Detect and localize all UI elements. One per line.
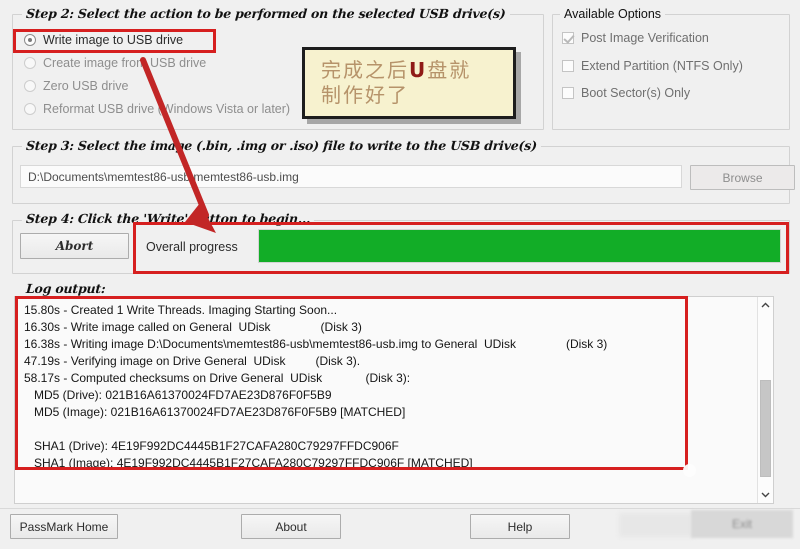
- checkbox-indicator-post-image-verification[interactable]: [562, 32, 574, 44]
- radio-label-create-image: Create image from USB drive: [43, 56, 207, 70]
- checkbox-extend-partition[interactable]: Extend Partition (NTFS Only): [562, 59, 743, 73]
- image-path-input[interactable]: D:\Documents\memtest86-usb\memtest86-usb…: [20, 165, 682, 188]
- log-line: 16.38s - Writing image D:\Documents\memt…: [24, 337, 608, 351]
- note-line-1-post: 盘就: [427, 58, 472, 82]
- chevron-up-glyph: [761, 302, 770, 308]
- log-scrollbar[interactable]: [757, 297, 773, 503]
- annotation-sticky-note: 完成之后U盘就 制作好了: [302, 47, 516, 119]
- note-line-2: 制作好了: [321, 83, 409, 107]
- log-line: SHA1 (Image): 4E19F992DC4445B1F27CAFA280…: [24, 456, 473, 470]
- scroll-down-icon[interactable]: [758, 486, 773, 503]
- checkbox-label-boot-sectors-only: Boot Sector(s) Only: [581, 86, 691, 100]
- footer-divider: [0, 508, 800, 509]
- radio-indicator-zero-usb[interactable]: [24, 80, 36, 92]
- checkbox-label-post-image-verification: Post Image Verification: [581, 31, 709, 45]
- checkbox-label-extend-partition: Extend Partition (NTFS Only): [581, 59, 743, 73]
- log-output-title: Log output:: [21, 281, 110, 296]
- radio-label-reformat-usb: Reformat USB drive (Windows Vista or lat…: [43, 102, 291, 116]
- log-output-box[interactable]: 15.80s - Created 1 Write Threads. Imagin…: [14, 296, 774, 504]
- log-line: 15.80s - Created 1 Write Threads. Imagin…: [24, 303, 338, 317]
- overall-progress-fill: [259, 230, 780, 262]
- passmark-home-button[interactable]: PassMark Home: [10, 514, 118, 539]
- note-line-1-pre: 完成之后: [321, 58, 409, 82]
- checkbox-indicator-boot-sectors-only[interactable]: [562, 87, 574, 99]
- radio-indicator-write-image[interactable]: [24, 34, 36, 46]
- radio-indicator-create-image[interactable]: [24, 57, 36, 69]
- step3-title: Step 3: Select the image (.bin, .img or …: [21, 138, 542, 153]
- overall-progress-bar: [258, 229, 781, 263]
- log-line: SHA1 (Drive): 4E19F992DC4445B1F27CAFA280…: [24, 439, 399, 453]
- browse-button[interactable]: Browse: [690, 165, 795, 190]
- note-line-1: 完成之后U盘就: [321, 58, 513, 83]
- radio-reformat-usb[interactable]: Reformat USB drive (Windows Vista or lat…: [24, 102, 290, 116]
- log-line: 58.17s - Computed checksums on Drive Gen…: [24, 371, 411, 385]
- radio-indicator-reformat-usb[interactable]: [24, 103, 36, 115]
- log-output-text: 15.80s - Created 1 Write Threads. Imagin…: [24, 302, 769, 472]
- radio-write-image[interactable]: Write image to USB drive: [24, 33, 183, 47]
- radio-label-zero-usb: Zero USB drive: [43, 79, 129, 93]
- annotation-highlight-dot: [683, 464, 696, 477]
- checkbox-post-image-verification[interactable]: Post Image Verification: [562, 31, 709, 45]
- log-line: 16.30s - Write image called on General U…: [24, 320, 362, 334]
- overall-progress-label: Overall progress: [146, 240, 238, 254]
- available-options-title: Available Options: [560, 7, 666, 21]
- radio-create-image[interactable]: Create image from USB drive: [24, 56, 206, 70]
- step4-title: Step 4: Click the 'Write' button to begi…: [21, 211, 315, 226]
- chevron-down-glyph: [761, 492, 770, 498]
- log-line: 47.19s - Verifying image on Drive Genera…: [24, 354, 361, 368]
- radio-label-write-image: Write image to USB drive: [43, 33, 184, 47]
- exit-button-shadow: [619, 513, 693, 537]
- checkbox-indicator-extend-partition[interactable]: [562, 60, 574, 72]
- radio-zero-usb[interactable]: Zero USB drive: [24, 79, 128, 93]
- help-button[interactable]: Help: [470, 514, 570, 539]
- scroll-thumb[interactable]: [760, 380, 771, 477]
- about-button[interactable]: About: [241, 514, 341, 539]
- log-line: MD5 (Image): 021B16A61370024FD7AE23D876F…: [24, 405, 406, 419]
- note-line-1-bold: U: [409, 58, 428, 82]
- abort-button[interactable]: Abort: [20, 233, 129, 259]
- checkbox-boot-sectors-only[interactable]: Boot Sector(s) Only: [562, 86, 690, 100]
- exit-button[interactable]: Exit: [691, 510, 793, 538]
- scroll-up-icon[interactable]: [758, 297, 773, 314]
- log-line: MD5 (Drive): 021B16A61370024FD7AE23D876F…: [24, 388, 332, 402]
- step2-title: Step 2: Select the action to be performe…: [21, 6, 511, 21]
